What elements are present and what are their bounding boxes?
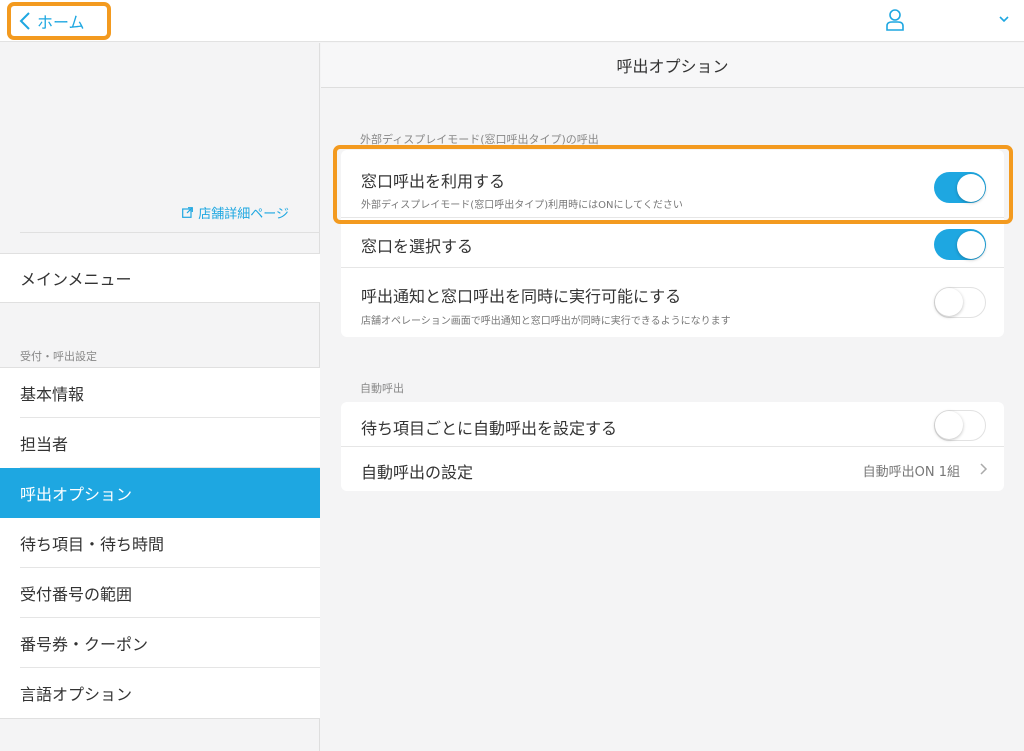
group-label-external-display: 外部ディスプレイモード(窓口呼出タイプ)の呼出 — [360, 133, 599, 146]
page-title: 呼出オプション — [321, 43, 1024, 88]
external-link-icon — [182, 207, 194, 218]
chevron-right-icon — [980, 463, 988, 475]
sidebar-item-staff[interactable]: 担当者 — [0, 418, 320, 468]
row-title: 呼出通知と窓口呼出を同時に実行可能にする — [361, 287, 682, 306]
sidebar: 店舗詳細ページ メインメニュー 受付・呼出設定 基本情報 担当者 呼出オプション… — [0, 43, 320, 751]
simultaneous-call-toggle[interactable] — [934, 287, 986, 318]
settings-row-auto-call-per-item: 待ち項目ごとに自動呼出を設定する — [341, 402, 1004, 447]
settings-row-auto-call-settings[interactable]: 自動呼出の設定 自動呼出ON 1組 — [341, 447, 1004, 491]
toggle-knob — [935, 411, 963, 439]
row-description: 店舗オペレーション画面で呼出通知と窓口呼出が同時に実行できるようになります — [361, 316, 731, 327]
row-title: 自動呼出の設定 — [361, 463, 474, 482]
use-window-call-toggle[interactable] — [934, 172, 986, 203]
top-bar: ホーム — [0, 0, 1024, 42]
row-title: 窓口を選択する — [361, 237, 474, 256]
toggle-knob — [956, 173, 985, 202]
select-window-toggle[interactable] — [934, 229, 986, 260]
row-title: 待ち項目ごとに自動呼出を設定する — [361, 419, 618, 438]
section-label: 受付・呼出設定 — [20, 350, 97, 363]
user-icon[interactable] — [884, 8, 906, 32]
settings-menu: 基本情報 担当者 呼出オプション 待ち項目・待ち時間 受付番号の範囲 番号券・ク… — [0, 367, 320, 719]
settings-card-auto-call: 待ち項目ごとに自動呼出を設定する 自動呼出の設定 自動呼出ON 1組 — [341, 402, 1004, 491]
row-title: 窓口呼出を利用する — [361, 172, 506, 191]
group-label-auto-call: 自動呼出 — [360, 382, 404, 395]
settings-row-use-window-call: 窓口呼出を利用する 外部ディスプレイモード(窓口呼出タイプ)利用時にはONにして… — [341, 150, 1004, 218]
sidebar-item-number-range[interactable]: 受付番号の範囲 — [0, 568, 320, 618]
row-description: 外部ディスプレイモード(窓口呼出タイプ)利用時にはONにしてください — [361, 200, 683, 211]
main-menu-item[interactable]: メインメニュー — [0, 253, 320, 303]
settings-row-select-window: 窓口を選択する — [341, 218, 1004, 268]
home-back-button[interactable]: ホーム — [7, 2, 111, 40]
settings-card-external-display: 窓口呼出を利用する 外部ディスプレイモード(窓口呼出タイプ)利用時にはONにして… — [341, 150, 1004, 337]
sidebar-item-call-options[interactable]: 呼出オプション — [0, 468, 320, 518]
sidebar-item-language-options[interactable]: 言語オプション — [0, 668, 320, 718]
home-label: ホーム — [37, 13, 85, 32]
chevron-left-icon — [19, 12, 30, 30]
settings-row-simultaneous-call: 呼出通知と窓口呼出を同時に実行可能にする 店舗オペレーション画面で呼出通知と窓口… — [341, 268, 1004, 337]
sidebar-item-basic-info[interactable]: 基本情報 — [0, 368, 320, 418]
store-link-label: 店舗詳細ページ — [198, 207, 289, 222]
toggle-knob — [956, 230, 985, 259]
sidebar-item-tickets-coupons[interactable]: 番号券・クーポン — [0, 618, 320, 668]
chevron-down-icon[interactable] — [998, 14, 1010, 24]
auto-call-value: 自動呼出ON 1組 — [862, 465, 960, 480]
toggle-knob — [935, 288, 963, 316]
auto-call-per-item-toggle[interactable] — [934, 410, 986, 441]
sidebar-item-wait-items[interactable]: 待ち項目・待ち時間 — [0, 518, 320, 568]
store-detail-link[interactable]: 店舗詳細ページ — [182, 203, 289, 222]
